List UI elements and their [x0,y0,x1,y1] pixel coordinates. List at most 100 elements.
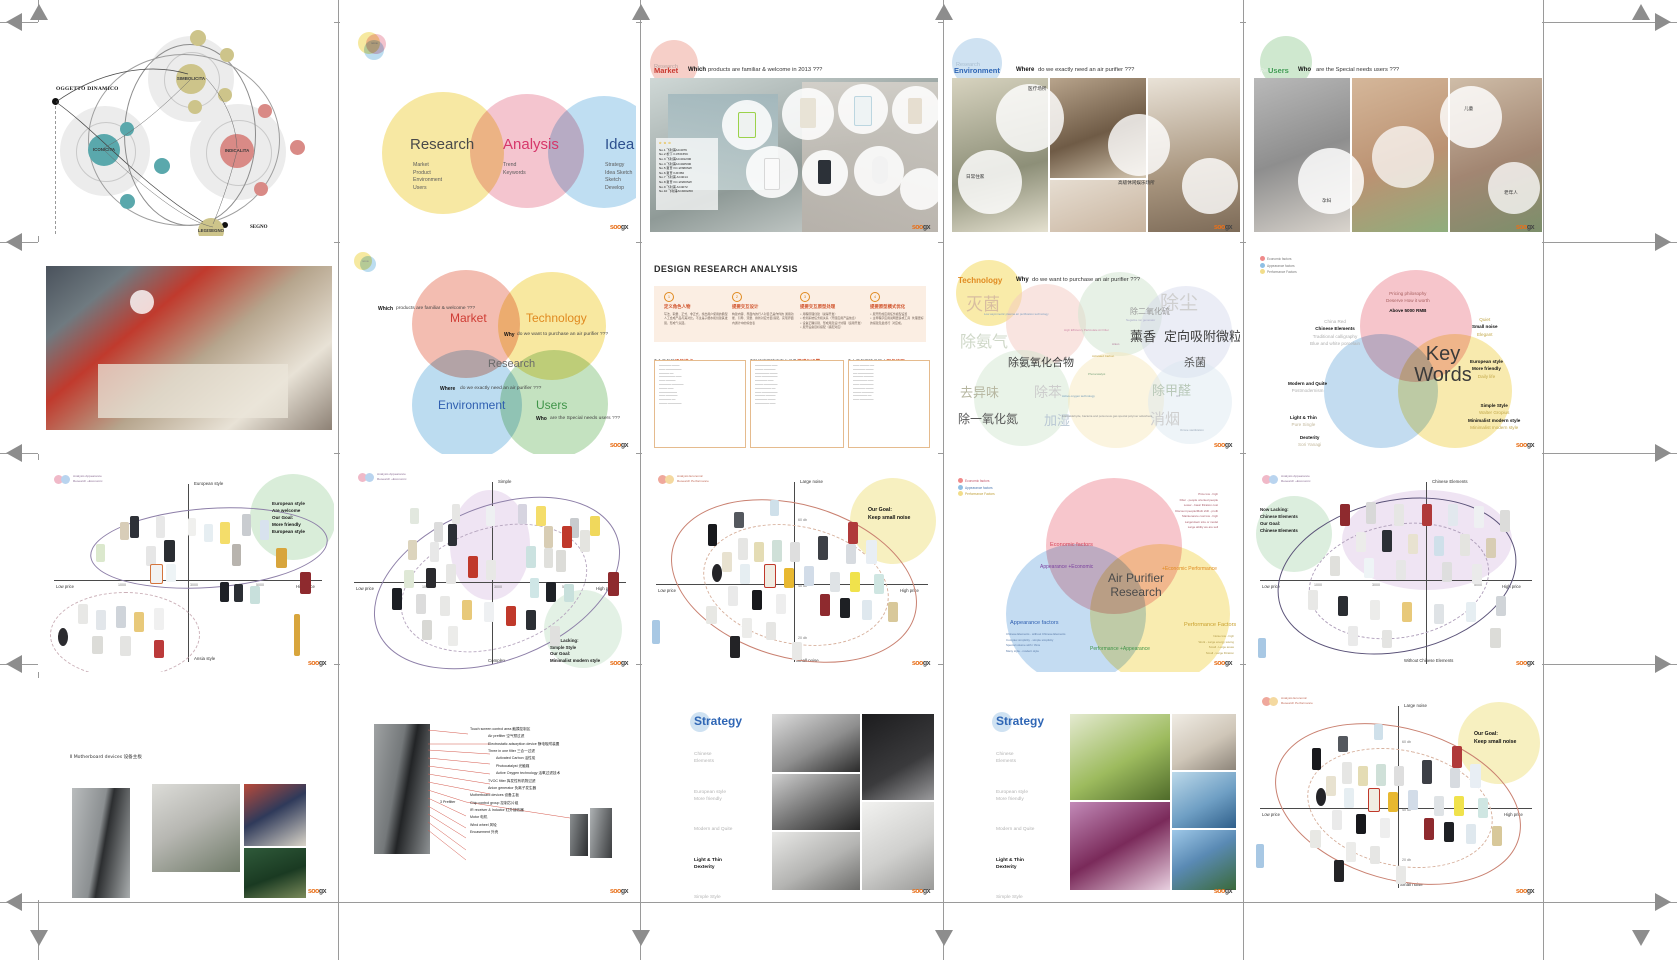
device-photo [72,788,130,898]
card-heading: 定义角色人物 [664,305,691,310]
strategy-photo [862,802,934,890]
callout-label: 老年人 [1504,191,1518,196]
note-line: More friendly [272,522,301,528]
registration-arrow-icon [935,4,953,20]
slide-map-simple[interactable]: Analysis Appearance Research +Economic S… [340,460,636,672]
slide-semiotic-map[interactable]: OGGETTO DINAMICO SEGNO SIMBOLICITA ICONI… [38,22,334,236]
card-body: • 用程原理创建（说得开发） • 检测系统任务和关系（开展应用产品信息） • 设… [800,312,864,330]
cluster-item: Deserve How it worth [1386,298,1430,304]
step-number: 4 [870,292,880,302]
node-legisegno[interactable]: LEGISEGNO [198,218,224,236]
axis-tick: 1000 [118,583,126,587]
users-tag: Users [1268,66,1289,75]
slide-key-words[interactable]: Economic factors Appearance factors Perf… [1246,242,1542,454]
word-cloud-term-small: Negative ion generator [1126,318,1156,322]
callout-label: 医疗场所 [1028,87,1047,92]
cluster-small-noise: Quiet Small noise Elegant [1472,316,1498,338]
slide-map-chinese-elements[interactable]: Analysis Appearance Research +Economic C… [1246,460,1542,672]
brand-logo: soogx [1515,224,1535,231]
brand-logo: soogx [609,442,629,449]
brand-logo: soogx [1213,224,1233,231]
callout-label: 儿童 [1464,107,1474,112]
annotation: Active Oxygen technology 活氧过滤技术 [496,771,561,776]
device-photo [244,784,306,846]
badge-line: Research Performance [1281,701,1313,706]
brand-logo: soogx [911,888,931,895]
group-label-appearance: Appearance factors [1010,620,1059,626]
diagram-title: OGGETTO DINAMICO [56,86,119,92]
slide-workshop-photo[interactable] [38,242,334,454]
cluster-item: Modern and Quite [1288,381,1328,386]
cluster-item: Quiet [1479,317,1491,322]
slide-design-research-analysis[interactable]: DESIGN RESEARCH ANALYSIS 1 定义角色人物 写法、职量、… [642,242,938,454]
slide-technology-wordcloud[interactable]: Technology Why do we want to purchase an… [944,242,1240,454]
slide-market[interactable]: Research Market Which products are famil… [642,22,938,236]
annotation: Electrostatic adsorption device 静电吸附装置 [488,741,560,746]
slide-teardown-annotated[interactable]: Touch screen control area 触摸控制区 Air pref… [340,678,636,900]
strategy-item: Simple Style Minimalist modern [694,895,721,900]
node-iconicita[interactable]: ICONICITA [88,134,120,166]
items-performance: Noise low - high Work - Large energy sav… [1138,634,1234,656]
slide-environment[interactable]: Research Environment Where do we exactly… [944,22,1240,236]
doc-panel[interactable]: ▬▬▬▬▬▬▬▬ ▬▬▬ ▬▬▬▬ ▬▬▬▬▬▬ ▬▬▬▬▬▬▬ ▬▬▬▬ ▬▬▬ ▬… [750,360,844,448]
card-body: 构建内容、界面内的行人对自己是作件的 通用功能、引导、流量、换新对应方面 搭配，… [732,312,794,325]
card-heading: 提要原型模式优化 [870,305,906,310]
analysis-badge: Analysis Economic Research Performance [1262,696,1313,707]
group-label-appearance-economic: Appearance +Economic [1040,564,1094,570]
node-indicalita[interactable]: INDICALITA [220,134,254,168]
q-bold-technology: Why [504,332,515,338]
market-tag: Market [654,66,679,75]
annotation: Chip control group 控制芯片组 [470,800,519,805]
label-research: Research [410,136,475,153]
slide-research-analysis-idea[interactable]: nova Research Analysis Idea Market Produ… [340,22,636,236]
slide-strategy-tech[interactable]: Strategy Chinese Elements European style… [642,678,938,900]
cluster-item: Minimalist modern style [1468,417,1521,423]
card-body: • 展开形成应用任务模型设置 • 主导程序应用说明更多或工具 处理更好的搭建及最… [870,312,924,325]
doc-panel[interactable]: ▬▬▬▬▬▬ ▬▬▬▬ ▬▬▬ ▬▬▬▬▬▬▬▬ ▬▬▬▬▬ ▬▬ ▬▬▬▬▬▬▬▬ … [654,360,746,448]
note-line: Our Goal: [272,515,294,521]
environment-question: do we exactly need an air purifier ??? [1038,67,1135,73]
legend-label: Economic factors [1267,257,1292,261]
slide-map-noise-2[interactable]: Analysis Economic Research Performance L… [1246,678,1542,900]
strategy-photo [1172,772,1236,828]
registration-arrow-icon [6,233,22,251]
list-analysis: Trend Keywords [503,162,526,177]
legend-swatch-icon [958,484,963,490]
note-line: Chinese Elements [1260,514,1298,520]
slide-motherboard-devices[interactable]: Ⅱ Motherboard devices 设备主板 soogx [38,678,334,900]
slide-users[interactable]: Research Users Who are the Special needs… [1246,22,1542,236]
q-technology: do we want to purchase an air purifier ?… [517,332,609,337]
axis-top-label: Simple [498,479,512,484]
step-number: 2 [732,292,742,302]
slide-air-purifier-research[interactable]: Economic factors Appearance factors Perf… [944,460,1240,672]
group-label-economic-performance: +Economic Performance [1162,566,1217,572]
brand-logo: soogx [609,888,629,895]
slide-strategy-nature[interactable]: Strategy Chinese Elements European style… [944,678,1240,900]
analysis-badge: Analysis Appearance Research +Economic [54,474,103,485]
slide-research-venn4[interactable]: nova Market Technology Environment Users… [340,242,636,454]
note-line: Keep small noise [868,515,911,522]
goal-note: Our Goal: Keep small noise [868,506,910,523]
node-simbolicita[interactable]: SIMBOLICITA [176,64,206,94]
annotation: Touch screen control area 触摸控制区 [470,727,531,731]
registration-arrow-icon [30,4,48,20]
slide-map-noise[interactable]: Analysis Economic Research Performance L… [642,460,938,672]
q-users: are the Special needs users ??? [550,416,621,421]
registration-arrow-icon [632,930,650,946]
list-item: Idea Sketch [605,169,633,176]
strategy-photo [1172,714,1236,770]
step-number: 1 [664,292,674,302]
brand-logo: soogx [1213,888,1233,895]
cluster-item: Dexterity [1299,435,1320,440]
note-line: Our Goal: [1260,521,1281,527]
badge-line: Research Performance [677,479,709,484]
slide-map-european[interactable]: Analysis Appearance Research +Economic E… [38,460,334,672]
analysis-badge: Analysis Appearance Research +Economic [1262,474,1311,485]
registration-arrow-icon [935,930,953,946]
doc-panel[interactable]: ▬▬▬ ▬▬▬▬▬ ▬▬ ▬▬▬▬▬▬ ▬▬▬▬ ▬▬ ▬▬▬▬▬▬▬▬ ▬▬▬▬▬ … [848,360,930,448]
legend-swatch-icon [1260,256,1265,261]
strategy-item: European style More friendly [694,789,726,802]
word-cloud-term: 去异味 [960,386,1000,401]
cluster-item: Simple Style [1480,403,1508,408]
word-cloud-term: 除氨氧化合物 [1008,356,1074,369]
